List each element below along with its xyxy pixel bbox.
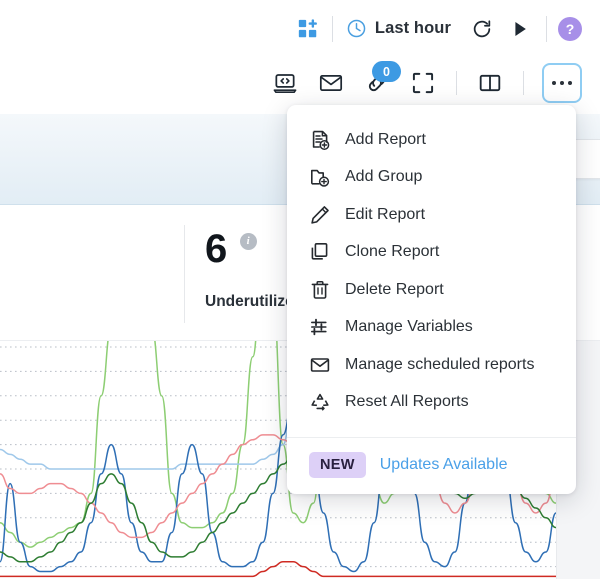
updates-available-link[interactable]: Updates Available xyxy=(380,456,508,474)
toolbar-divider-3 xyxy=(456,71,457,95)
sliders-icon xyxy=(311,318,327,336)
info-icon[interactable]: i xyxy=(239,233,257,250)
menu-item-label: Clone Report xyxy=(345,243,440,261)
time-range-selector[interactable]: Last hour xyxy=(346,18,451,39)
add-widget-button[interactable] xyxy=(297,18,321,40)
more-options-button[interactable] xyxy=(542,63,582,103)
document-add-icon xyxy=(312,130,330,150)
menu-item-label: Edit Report xyxy=(345,205,426,223)
kpi-value: 6 xyxy=(205,227,228,271)
toolbar-divider-2 xyxy=(546,15,547,42)
menu-item-reset-all-reports[interactable]: Reset All Reports xyxy=(287,384,576,422)
menu-item-label: Manage scheduled reports xyxy=(345,355,535,373)
envelope-icon xyxy=(319,74,343,92)
layout-panel-button[interactable] xyxy=(467,70,513,96)
time-range-label: Last hour xyxy=(374,19,451,37)
folder-add-icon xyxy=(311,170,330,188)
menu-item-manage-variables[interactable]: Manage Variables xyxy=(287,309,576,347)
menu-item-edit-report[interactable]: Edit Report xyxy=(287,196,576,234)
envelope-icon xyxy=(310,357,330,372)
play-icon xyxy=(515,21,526,36)
help-label: ? xyxy=(565,20,575,37)
fullscreen-button[interactable] xyxy=(400,70,446,96)
ellipsis-dot xyxy=(567,80,573,86)
embed-code-button[interactable] xyxy=(262,70,308,96)
menu-item-label: Delete Report xyxy=(345,280,444,298)
kpi-divider xyxy=(184,225,185,323)
menu-item-clone-report[interactable]: Clone Report xyxy=(287,234,576,272)
menu-item-label: Add Report xyxy=(345,130,426,148)
menu-item-label: Manage Variables xyxy=(345,318,473,336)
menu-item-manage-scheduled-reports[interactable]: Manage scheduled reports xyxy=(287,346,576,384)
help-button[interactable]: ? xyxy=(558,16,582,41)
ellipsis-dot xyxy=(559,80,565,86)
menu-item-label: Reset All Reports xyxy=(345,393,469,411)
menu-footer: NEW Updates Available xyxy=(287,438,576,494)
toolbar-divider-4 xyxy=(523,71,524,95)
new-badge: NEW xyxy=(309,452,366,478)
clone-icon xyxy=(311,243,328,260)
menu-list: Add Report Add Group Edit Report Clone Repo… xyxy=(287,105,576,431)
email-report-button[interactable] xyxy=(308,70,354,96)
refresh-button[interactable] xyxy=(467,14,497,44)
chart-line-series-dark-red xyxy=(0,560,556,578)
ellipsis-dot xyxy=(551,80,557,86)
pencil-icon xyxy=(311,205,329,224)
recycle-icon xyxy=(311,394,329,411)
share-link-button[interactable]: 0 xyxy=(354,61,401,96)
grid-add-icon xyxy=(298,18,317,37)
menu-item-add-group[interactable]: Add Group xyxy=(287,159,576,197)
menu-item-add-report[interactable]: Add Report xyxy=(287,121,576,159)
play-button[interactable] xyxy=(505,14,535,44)
fullscreen-icon xyxy=(412,72,434,94)
laptop-code-icon xyxy=(273,74,297,94)
layout-panel-icon xyxy=(479,74,501,92)
primary-toolbar: Last hour ? xyxy=(0,0,600,57)
link-count-badge: 0 xyxy=(372,61,401,82)
app-root: Last hour ? 0 6 i Underutilized Add Repo… xyxy=(0,0,600,579)
report-options-menu: Add Report Add Group Edit Report Clone Repo… xyxy=(287,105,576,494)
menu-item-label: Add Group xyxy=(345,168,423,186)
trash-icon xyxy=(311,280,329,299)
refresh-icon xyxy=(473,19,491,37)
menu-item-delete-report[interactable]: Delete Report xyxy=(287,271,576,309)
secondary-toolbar: 0 xyxy=(0,57,600,109)
toolbar-divider-1 xyxy=(331,15,333,42)
clock-icon xyxy=(347,19,366,38)
